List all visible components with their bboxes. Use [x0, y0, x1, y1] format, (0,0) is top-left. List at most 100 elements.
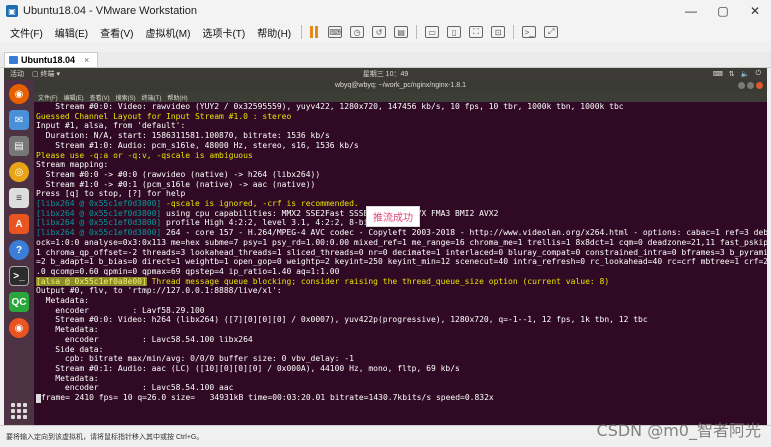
terminal-minimize-button[interactable] — [738, 82, 745, 89]
menu-file[interactable]: 文件(F) — [4, 25, 49, 40]
watermark: CSDN @m0_智者阿光 — [596, 421, 761, 440]
close-button[interactable]: ✕ — [739, 4, 771, 18]
menu-edit[interactable]: 编辑(E) — [49, 25, 94, 40]
close-tab-icon[interactable]: × — [84, 55, 89, 65]
log-prefix: [libx264 @ 0x55c1ef0d3800] — [36, 228, 162, 238]
terminal-line: Stream #0:0 -> #0:0 (rawvideo (native) -… — [36, 170, 767, 180]
line-text: frame= 2410 fps= 10 q=26.0 size= 34931kB… — [41, 393, 494, 403]
activities-button[interactable]: 活动 — [10, 69, 24, 79]
menu-vm[interactable]: 虚拟机(M) — [139, 25, 196, 40]
snapshot-icon[interactable]: ◷ — [350, 26, 365, 38]
terminal-menu-file[interactable]: 文件(F) — [38, 93, 58, 102]
qtcreator-icon[interactable]: QC — [9, 292, 29, 312]
console-view-icon[interactable]: >_ — [522, 26, 537, 38]
power-icon[interactable]: ⏻ — [755, 70, 761, 78]
terminal-line: encoder : Lavc58.54.100 aac — [36, 383, 767, 393]
terminal-menu-view[interactable]: 查看(V) — [90, 93, 110, 102]
vmware-icon: ▣ — [6, 5, 18, 17]
toolbar-separator — [301, 25, 303, 39]
terminal-menu-help[interactable]: 帮助(H) — [167, 93, 187, 102]
terminal-titlebar: wbyq@wbyq: ~/work_pc/nginx/nginx-1.8.1 — [34, 80, 767, 92]
line-text: using cpu capabilities: MMX2 SSE2Fast SS… — [161, 208, 499, 218]
terminal-line: Input #1, alsa, from 'default': — [36, 121, 767, 131]
ubuntu-top-panel: 活动 ▢ 终端 ▾ 星期三 10：49 ⌨ ⇅ 🔈 ⏻ — [4, 68, 767, 80]
terminal-icon[interactable]: >_ — [9, 266, 29, 286]
vm-tab-bar: Ubuntu18.04 × — [0, 52, 771, 68]
menu-view[interactable]: 查看(V) — [94, 25, 139, 40]
terminal-window-controls — [738, 82, 763, 89]
app-menu[interactable]: ▢ 终端 ▾ — [32, 69, 60, 79]
terminal-line: Stream #0:0: Video: rawvideo (YUY2 / 0x3… — [36, 102, 767, 112]
line-text: Input #1, alsa, from 'default': — [36, 121, 186, 131]
tab-ubuntu[interactable]: Ubuntu18.04 × — [4, 52, 99, 67]
keyboard-icon[interactable]: ⌨ — [713, 70, 723, 78]
terminal-line: Please use -q:a or -q:v, -qscale is ambi… — [36, 151, 767, 161]
tab-label: Ubuntu18.04 — [21, 55, 76, 65]
show-applications-icon[interactable] — [11, 403, 27, 419]
terminal-output[interactable]: Stream #0:0: Video: rawvideo (YUY2 / 0x3… — [34, 102, 767, 425]
revert-snapshot-icon[interactable]: ↺ — [372, 26, 387, 38]
terminal-menu-edit[interactable]: 编辑(E) — [64, 93, 84, 102]
firefox-icon[interactable]: ◉ — [9, 84, 29, 104]
unity-icon[interactable]: ⊡ — [491, 26, 506, 38]
terminal-line: Stream mapping: — [36, 160, 767, 170]
terminal-line: Press [q] to stop, [?] for help — [36, 189, 767, 199]
terminal-line: encoder : Lavc58.54.100 libx264 — [36, 335, 767, 345]
terminal-line: Metadata: — [36, 296, 767, 306]
line-text: encoder : Lavc58.54.100 libx264 — [36, 334, 253, 344]
minimize-button[interactable]: — — [675, 4, 707, 18]
menu-help[interactable]: 帮助(H) — [251, 25, 297, 40]
terminal-close-button[interactable] — [756, 82, 763, 89]
send-ctrl-alt-del-icon[interactable]: ⌨ — [328, 26, 343, 38]
line-text: Please use -q:a or -q:v, -qscale is ambi… — [36, 150, 253, 160]
terminal-line: cpb: bitrate max/min/avg: 0/0/0 buffer s… — [36, 354, 767, 364]
files-icon[interactable]: ▤ — [9, 136, 29, 156]
terminal-maximize-button[interactable] — [747, 82, 754, 89]
terminal-line: .0 qcomp=0.60 qpmin=0 qpmax=69 qpstep=4 … — [36, 267, 767, 277]
line-text: encoder : Lavf58.29.100 — [36, 305, 205, 315]
help-icon[interactable]: ? — [9, 240, 29, 260]
terminal-line: encoder : Lavf58.29.100 — [36, 306, 767, 316]
terminal-line: Stream #1:0: Audio: pcm_s16le, 48000 Hz,… — [36, 141, 767, 151]
menu-tabs[interactable]: 选项卡(T) — [196, 25, 251, 40]
terminal-line: Side data: — [36, 345, 767, 355]
chromium-icon[interactable]: ◉ — [9, 318, 29, 338]
terminal-menu-search[interactable]: 搜索(S) — [116, 93, 136, 102]
writer-icon[interactable]: ≡ — [9, 188, 29, 208]
line-text: Stream mapping: — [36, 160, 109, 170]
terminal-line: Metadata: — [36, 374, 767, 384]
line-text: ock=1:0:0 analyse=0x3:0x113 me=hex subme… — [36, 237, 767, 247]
pause-icon[interactable] — [310, 26, 320, 38]
volume-icon[interactable]: 🔈 — [741, 70, 750, 78]
thunderbird-icon[interactable]: ✉ — [9, 110, 29, 130]
line-text: Thread message queue blocking; consider … — [146, 276, 610, 286]
ubuntu-dock: ◉ ✉ ▤ ◎ ≡ A ? >_ QC ◉ — [4, 80, 34, 425]
vmware-title-bar: ▣ Ubuntu18.04 - VMware Workstation — ▢ ✕ — [0, 0, 771, 22]
line-text: 1 chroma_qp_offset=-2 threads=3 lookahea… — [36, 247, 767, 257]
library-icon[interactable]: ▭ — [425, 26, 440, 38]
single-view-icon[interactable]: ▯ — [447, 26, 462, 38]
rhythmbox-icon[interactable]: ◎ — [9, 162, 29, 182]
maximize-button[interactable]: ▢ — [707, 4, 739, 18]
line-text: Press [q] to stop, [?] for help — [36, 189, 186, 199]
terminal-menu-terminal[interactable]: 终端(T) — [142, 93, 162, 102]
terminal-line: Output #0, flv, to 'rtmp://127.0.0.1:888… — [36, 286, 767, 296]
terminal-line: Stream #1:0 -> #0:1 (pcm_s16le (native) … — [36, 180, 767, 190]
line-text: encoder : Lavc58.54.100 aac — [36, 383, 234, 393]
terminal-line: Metadata: — [36, 325, 767, 335]
line-text: cpb: bitrate max/min/avg: 0/0/0 buffer s… — [36, 354, 354, 364]
line-text: Guessed Channel Layout for Input Stream … — [36, 111, 292, 121]
toolbar-separator — [513, 25, 515, 39]
clock[interactable]: 星期三 10：49 — [4, 69, 767, 79]
terminal-line: ock=1:0:0 analyse=0x3:0x113 me=hex subme… — [36, 238, 767, 248]
system-tray[interactable]: ⌨ ⇅ 🔈 ⏻ — [713, 70, 761, 78]
terminal-line: [alsa @ 0x55c1ef0a8e00] Thread message q… — [36, 276, 767, 287]
software-center-icon[interactable]: A — [9, 214, 29, 234]
network-icon[interactable]: ⇅ — [729, 70, 735, 78]
fullscreen-icon[interactable]: ⛶ — [469, 26, 484, 38]
terminal-line: Guessed Channel Layout for Input Stream … — [36, 112, 767, 122]
vmware-menu-bar: 文件(F) 编辑(E) 查看(V) 虚拟机(M) 选项卡(T) 帮助(H) ⌨ … — [0, 22, 771, 42]
snapshot-manager-icon[interactable]: ▤ — [394, 26, 409, 38]
line-text: =2 b_adapt=1 b_bias=0 direct=1 weightb=1… — [36, 257, 767, 267]
stretch-view-icon[interactable]: ⤢ — [544, 26, 559, 38]
